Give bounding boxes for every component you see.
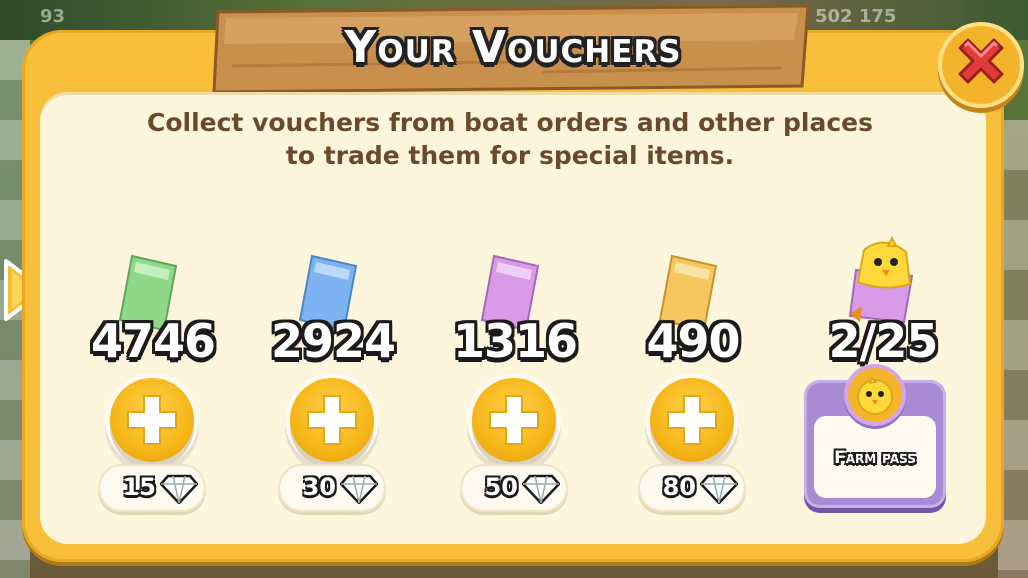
voucher-column-gold: 490 80 <box>618 238 768 528</box>
description-line-2: to trade them for special items. <box>285 141 735 170</box>
diamond-icon <box>700 474 738 504</box>
diamond-icon <box>160 474 198 504</box>
close-button[interactable] <box>938 22 1024 108</box>
plus-icon <box>127 395 177 445</box>
voucher-column-green: 4746 15 <box>78 238 228 528</box>
voucher-count: 2924 <box>270 314 396 368</box>
farm-pass-label: Farm pass <box>834 448 916 468</box>
background-left-counter: 93 <box>40 6 66 27</box>
farm-pass-inner: Farm pass <box>814 416 936 498</box>
voucher-column-blue: 2924 30 <box>258 238 408 528</box>
chick-icon <box>848 368 902 422</box>
farm-pass-progress: 2/25 <box>828 314 939 368</box>
price-value: 80 <box>662 473 696 501</box>
voucher-column-purple: 1316 50 <box>440 238 590 528</box>
voucher-price[interactable]: 15 <box>98 464 206 512</box>
price-value: 50 <box>484 473 518 501</box>
add-gold-voucher-button[interactable] <box>650 378 734 462</box>
diamond-icon <box>522 474 560 504</box>
voucher-count: 1316 <box>452 314 578 368</box>
voucher-count: 4746 <box>90 314 216 368</box>
plus-icon <box>667 395 717 445</box>
farm-pass-column: 2/25 Farm pass <box>804 235 958 528</box>
voucher-count: 490 <box>646 314 740 368</box>
price-value: 15 <box>122 473 156 501</box>
price-value: 30 <box>302 473 336 501</box>
diamond-icon <box>340 474 378 504</box>
description-line-1: Collect vouchers from boat orders and ot… <box>146 108 873 137</box>
plus-icon <box>307 395 357 445</box>
background-right-counter: 502 175 <box>815 6 897 27</box>
voucher-price[interactable]: 50 <box>460 464 568 512</box>
voucher-price[interactable]: 30 <box>278 464 386 512</box>
add-green-voucher-button[interactable] <box>110 378 194 462</box>
add-purple-voucher-button[interactable] <box>472 378 556 462</box>
farm-pass-button[interactable]: Farm pass <box>804 368 946 508</box>
title-banner: Your Vouchers <box>212 6 814 92</box>
add-blue-voucher-button[interactable] <box>290 378 374 462</box>
plus-icon <box>489 395 539 445</box>
close-x-icon <box>958 38 1004 84</box>
dialog-title: Your Vouchers <box>344 22 682 73</box>
voucher-price[interactable]: 80 <box>638 464 746 512</box>
dialog-description: Collect vouchers from boat orders and ot… <box>120 106 900 172</box>
